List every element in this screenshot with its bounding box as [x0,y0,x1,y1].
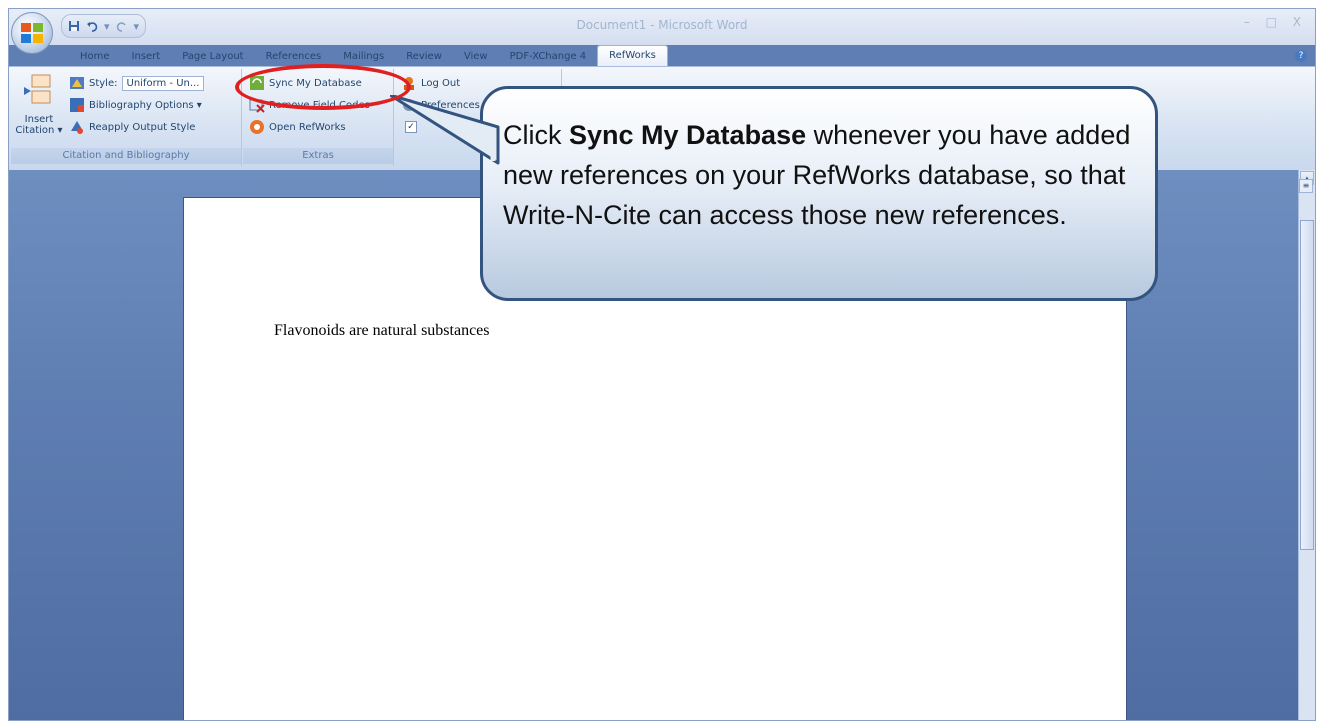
callout-bold: Sync My Database [569,120,807,150]
insert-citation-label-2: Citation ▾ [15,125,63,136]
style-label: Style: [89,77,118,89]
reapply-output-style-icon [71,121,83,134]
style-selector[interactable]: Style: Uniform - Un... [69,75,205,91]
help-icon[interactable]: ? [1295,50,1307,62]
callout-pointer [390,95,500,165]
tab-page-layout[interactable]: Page Layout [171,47,254,67]
group-citation-bibliography: Insert Citation ▾ Style: Uniform - Un...… [11,69,242,166]
group-label-extras: Extras [243,148,393,164]
vertical-scrollbar[interactable]: ▲ [1298,170,1315,720]
insert-citation-button[interactable]: Insert Citation ▾ [15,73,63,136]
open-refworks-label: Open RefWorks [269,121,346,133]
scrollbar-thumb[interactable] [1300,220,1314,550]
highlight-oval [235,64,411,110]
refworks-icon [250,120,264,134]
reapply-output-style-label: Reapply Output Style [89,121,196,133]
tab-review[interactable]: Review [395,47,453,67]
open-refworks-button[interactable]: Open RefWorks [249,119,346,135]
title-bar: ▾ ▾ Document1 - Microsoft Word – □ X [9,9,1315,45]
ribbon-tabs: Home Insert Page Layout References Maili… [69,45,668,67]
callout-prefix: Click [503,120,569,150]
style-dropdown[interactable]: Uniform - Un... [121,75,205,91]
insert-citation-icon [24,74,51,104]
office-logo-icon [21,23,43,43]
log-out-label: Log Out [421,77,461,89]
window-controls[interactable]: – □ X [1244,15,1307,29]
bibliography-options-button[interactable]: Bibliography Options ▾ [69,97,202,113]
tab-home[interactable]: Home [69,47,121,67]
style-icon [70,77,84,89]
callout-text: Click Sync My Database whenever you have… [503,115,1135,235]
window-title: Document1 - Microsoft Word [576,18,748,32]
document-body-text[interactable]: Flavonoids are natural substances [274,322,490,340]
tab-view[interactable]: View [453,47,499,67]
tab-insert[interactable]: Insert [121,47,172,67]
group-label-citation: Citation and Bibliography [11,148,241,164]
tab-pdf-xchange[interactable]: PDF-XChange 4 [499,47,598,67]
insert-citation-label-1: Insert [24,114,54,125]
reapply-output-style-button[interactable]: Reapply Output Style [69,119,195,135]
instruction-callout: Click Sync My Database whenever you have… [480,86,1158,301]
bibliography-options-label: Bibliography Options ▾ [89,99,202,111]
bibliography-options-icon [70,98,84,112]
office-button[interactable] [11,12,53,54]
tab-refworks[interactable]: RefWorks [597,45,668,67]
view-ruler-icon[interactable]: ≡ [1299,179,1313,193]
